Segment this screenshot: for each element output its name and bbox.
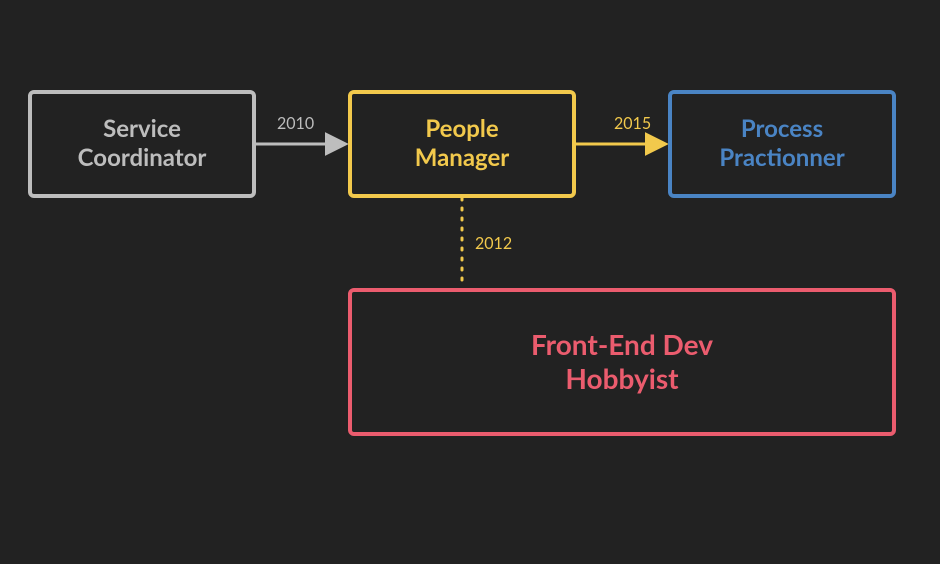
edge-label-2012: 2012 [475, 234, 512, 253]
edge-label-2010: 2010 [277, 114, 314, 133]
node-label: Front-End Dev Hobbyist [531, 328, 713, 395]
node-service-coordinator: Service Coordinator [28, 90, 256, 198]
node-process-practitioner: Process Practionner [668, 90, 896, 198]
node-label: Service Coordinator [78, 115, 207, 173]
connectors-layer [0, 0, 940, 564]
node-people-manager: People Manager [348, 90, 576, 198]
node-label: People Manager [415, 115, 510, 173]
career-diagram: Service Coordinator People Manager Proce… [0, 0, 940, 564]
node-label: Process Practionner [719, 115, 844, 173]
node-frontend-dev-hobbyist: Front-End Dev Hobbyist [348, 288, 896, 436]
edge-label-2015: 2015 [614, 114, 651, 133]
